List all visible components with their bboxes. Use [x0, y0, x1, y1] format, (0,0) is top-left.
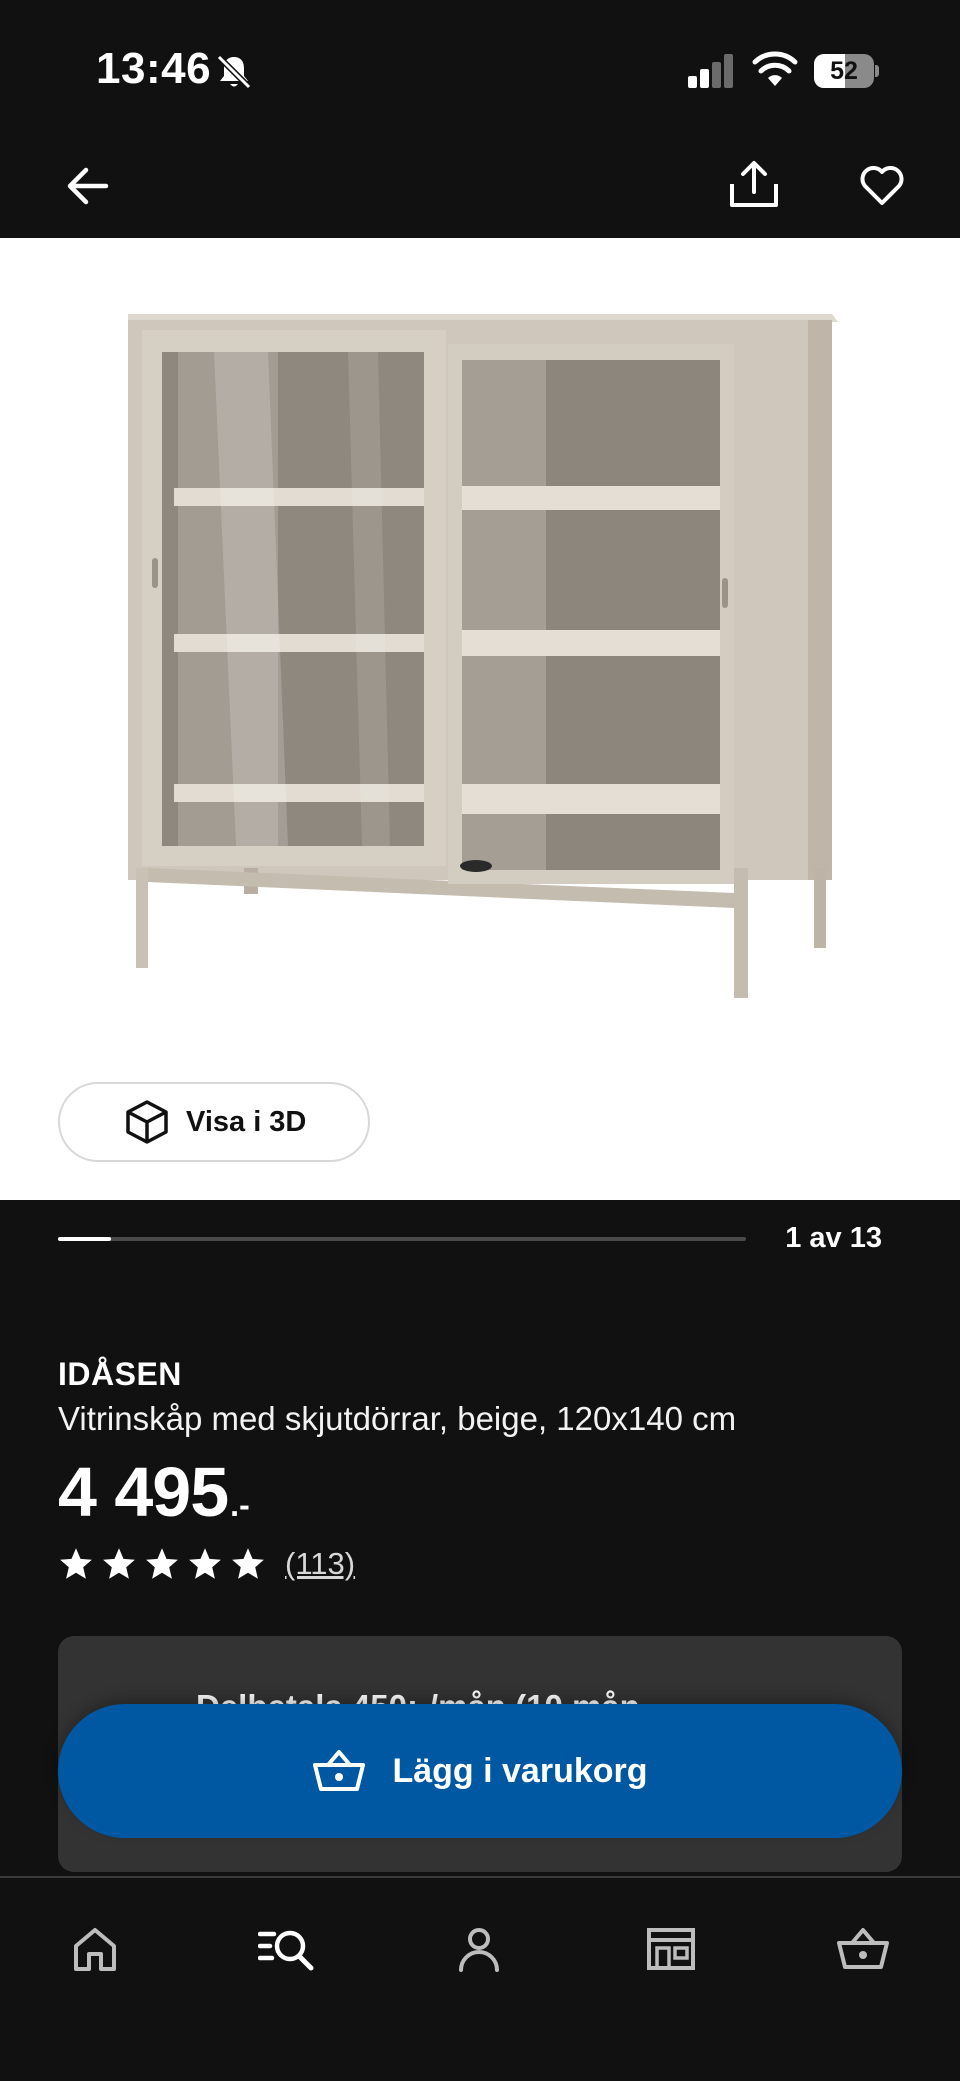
add-to-cart-label: Lägg i varukorg	[392, 1751, 648, 1790]
favorite-button[interactable]	[850, 154, 914, 218]
add-to-cart-button[interactable]: Lägg i varukorg	[58, 1704, 902, 1838]
image-carousel-indicator: 1 av 13	[0, 1200, 960, 1280]
back-button[interactable]	[56, 154, 120, 218]
bottom-tab-bar	[0, 1876, 960, 2081]
carousel-progress-track	[58, 1237, 746, 1241]
tab-search[interactable]	[252, 1914, 322, 1984]
status-bar: 13:46 52	[0, 0, 960, 140]
review-count-link[interactable]: (113)	[285, 1546, 355, 1582]
battery-tip	[875, 65, 879, 77]
product-price: 4 495 .-	[58, 1452, 250, 1532]
battery-level: 52	[830, 57, 858, 85]
product-description: Vitrinskåp med skjutdörrar, beige, 120x1…	[58, 1400, 737, 1437]
battery-body: 52	[814, 54, 874, 88]
tab-home[interactable]	[60, 1914, 130, 1984]
profile-icon	[459, 1928, 499, 1972]
tab-profile[interactable]	[444, 1914, 514, 1984]
star-icon	[189, 1548, 221, 1579]
arrow-left-icon	[67, 167, 109, 205]
wifi-icon	[752, 51, 798, 86]
basket-icon	[313, 1750, 366, 1791]
tab-store[interactable]	[636, 1914, 706, 1984]
star-icon	[103, 1548, 135, 1579]
store-icon	[647, 1928, 695, 1970]
product-image	[128, 314, 838, 998]
cube-3d-icon	[126, 1100, 168, 1144]
image-counter: 1 av 13	[785, 1222, 882, 1254]
bell-muted-icon	[216, 54, 252, 90]
signal-icon	[688, 54, 733, 88]
share-icon	[730, 161, 778, 207]
product-name: IDÅSEN	[58, 1356, 182, 1392]
view-3d-label: Visa i 3D	[186, 1105, 307, 1138]
top-nav	[0, 140, 960, 238]
basket-icon	[837, 1928, 889, 1969]
price-suffix: .-	[230, 1487, 250, 1523]
star-icon	[146, 1548, 178, 1579]
tab-cart[interactable]	[828, 1914, 898, 1984]
view-3d-button[interactable]: Visa i 3D	[58, 1082, 370, 1162]
price-amount: 4 495	[58, 1453, 229, 1531]
product-media[interactable]: Visa i 3D	[0, 238, 960, 1200]
star-icon	[60, 1548, 92, 1579]
share-button[interactable]	[722, 152, 786, 216]
battery-icon: 52	[814, 54, 879, 88]
product-rating[interactable]: (113)	[58, 1546, 355, 1582]
heart-icon	[860, 166, 904, 205]
product-page: 13:46 52 Visa i 3D 1 av 13 IDÅSEN Vitrin…	[0, 0, 960, 2081]
status-time: 13:46	[96, 44, 212, 93]
carousel-progress-fill	[58, 1237, 111, 1241]
home-icon	[74, 1928, 116, 1971]
search-list-icon	[258, 1930, 314, 1971]
star-icon	[232, 1548, 264, 1579]
